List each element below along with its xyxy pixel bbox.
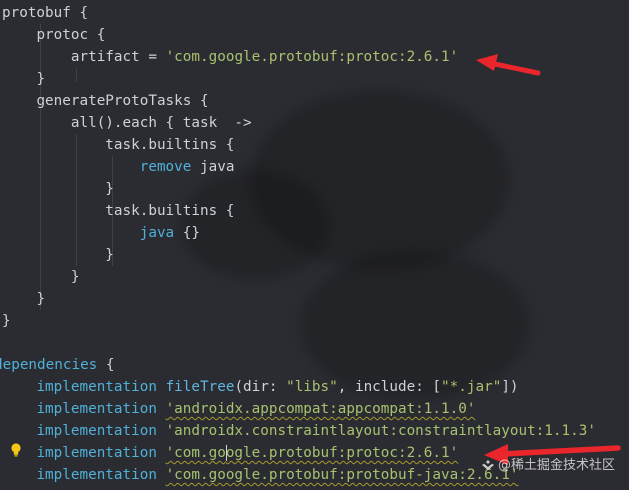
code-line[interactable]: } [2,266,80,288]
string-literal: ogle.protobuf:protoc:2.6.1' [225,445,459,461]
closure-header: all().each { task -> [70,115,252,131]
function-call: fileTree [165,379,235,395]
string-literal: "*.jar" [441,379,502,395]
property-name: artifact [70,49,140,65]
block-name: protobuf [2,5,71,21]
code-line[interactable]: } [2,178,114,200]
keyword: implementation [36,401,157,417]
code-line[interactable]: implementation 'androidx.appcompat:appco… [2,398,475,420]
red-arrow-annotation [476,54,541,76]
arguments: (dir: [234,379,287,395]
code-line[interactable]: } [2,68,45,90]
arguments: , include: [ [337,379,442,395]
code-line[interactable]: dependencies { [0,354,115,376]
brace: { [88,27,106,43]
operator: = [139,49,166,65]
block-name: protoc [36,27,89,43]
code-line[interactable]: all().each { task -> [2,112,252,134]
brace: } [2,313,11,329]
indent-guide [76,68,77,82]
code-line[interactable]: } [2,244,114,266]
builtins-block: task.builtins { [105,203,235,219]
keyword: implementation [36,445,157,461]
brace: } [105,247,114,263]
string-literal: 'com.google.protobuf:protoc:2.6.1' [165,49,459,65]
code-line[interactable]: generateProtoTasks { [2,90,209,112]
keyword: java [139,225,175,241]
keyword: implementation [36,379,157,395]
brace: { [97,357,115,373]
watermark: @稀土掘金技术社区 [481,456,615,476]
string-literal: 'com.google.protobuf:protobuf-java:2.6.1… [165,467,519,483]
watermark-text: @稀土掘金技术社区 [497,458,615,473]
arguments: ]) [501,379,519,395]
code-line[interactable]: } [2,288,45,310]
lightbulb-icon[interactable] [9,442,23,458]
code-line[interactable]: protoc { [2,24,105,46]
code-line[interactable]: artifact = 'com.google.protobuf:protoc:2… [2,46,458,68]
block-name: generateProtoTasks [36,93,192,109]
brace: } [36,71,46,87]
brace: { [70,5,89,21]
builtins-block: task.builtins { [105,137,235,153]
string-literal: 'com.go [165,445,226,461]
string-literal: 'androidx.appcompat:appcompat:1.1.0' [165,401,476,417]
brace: } [70,269,80,285]
code-line[interactable]: protobuf { [2,2,88,24]
brace: } [36,291,46,307]
keyword: implementation [36,467,157,483]
keyword: implementation [36,423,157,439]
code-line[interactable]: } [2,310,11,332]
code-line[interactable]: implementation 'com.google.protobuf:prot… [2,442,458,464]
code-line[interactable]: task.builtins { [2,200,234,222]
juejin-logo-icon [481,460,494,470]
string-literal: "libs" [286,379,338,395]
block-name: dependencies [0,357,98,373]
brace: } [105,181,114,197]
brace: { [191,93,209,109]
brace: {} [174,225,200,241]
string-literal: 'androidx.constraintlayout:constraintlay… [165,423,596,439]
code-line[interactable]: task.builtins { [2,134,234,156]
code-line[interactable]: remove java [2,156,235,178]
keyword: remove [139,159,192,175]
code-line[interactable]: java {} [2,222,200,244]
code-editor[interactable]: protobuf { protoc { artifact = 'com.goog… [0,0,629,490]
code-line[interactable]: implementation fileTree(dir: "libs", inc… [2,376,519,398]
identifier: java [191,159,235,175]
background-artwork [180,170,330,280]
code-line[interactable]: implementation 'com.google.protobuf:prot… [2,464,518,486]
